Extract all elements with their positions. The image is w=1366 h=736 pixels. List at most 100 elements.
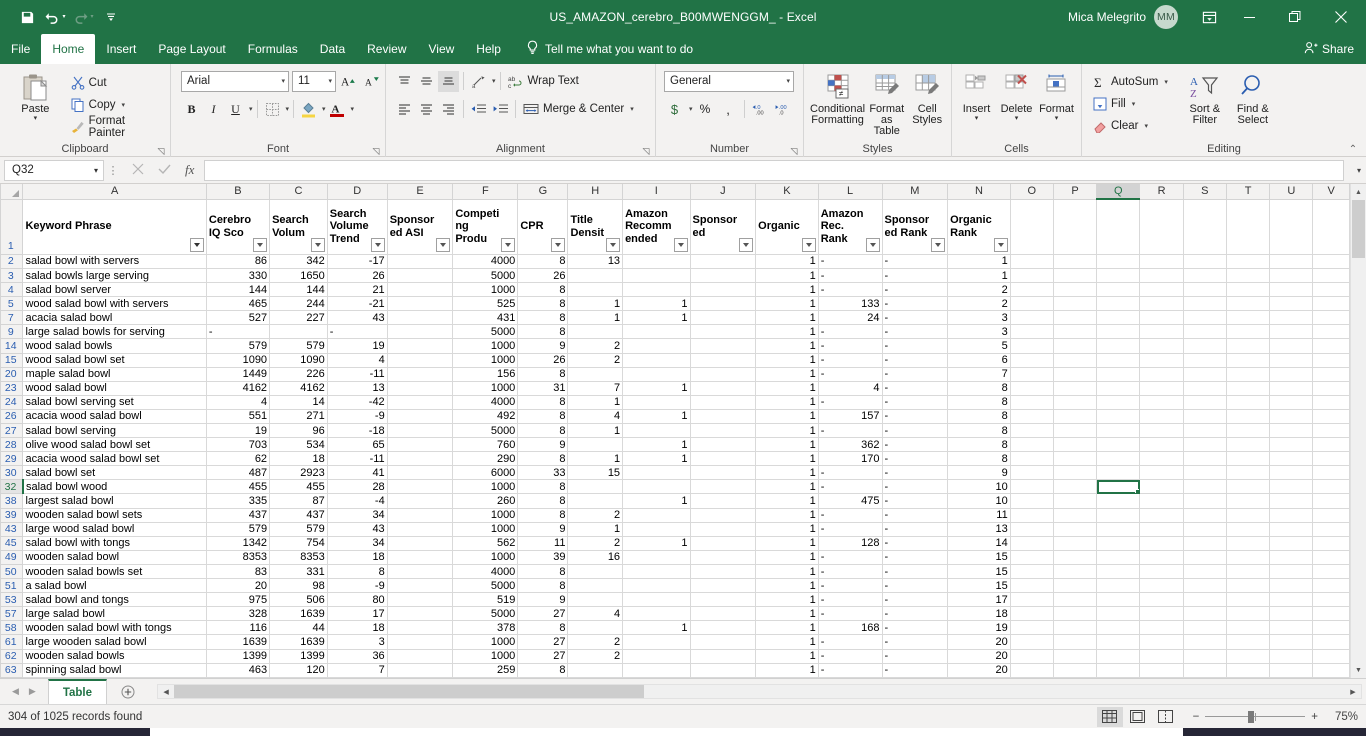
data-cell[interactable]: [1183, 649, 1226, 663]
data-cell[interactable]: [1226, 311, 1269, 325]
data-cell[interactable]: [1226, 424, 1269, 438]
column-header-R[interactable]: R: [1140, 184, 1183, 199]
data-cell[interactable]: [1053, 339, 1096, 353]
data-cell[interactable]: -: [818, 480, 882, 494]
data-cell[interactable]: [1313, 522, 1350, 536]
data-cell[interactable]: 2: [568, 635, 623, 649]
data-cell[interactable]: 703: [206, 438, 269, 452]
data-cell[interactable]: [623, 339, 690, 353]
keyword-phrase-cell[interactable]: wood salad bowl set: [23, 353, 206, 367]
data-cell[interactable]: 1650: [270, 268, 328, 282]
data-cell[interactable]: -: [882, 593, 948, 607]
data-cell[interactable]: [568, 480, 623, 494]
data-cell[interactable]: [1053, 522, 1096, 536]
data-cell[interactable]: [1140, 663, 1183, 677]
decrease-indent-button[interactable]: [468, 99, 489, 120]
data-cell[interactable]: 331: [270, 564, 328, 578]
data-cell[interactable]: 26: [518, 268, 568, 282]
data-cell[interactable]: -: [818, 283, 882, 297]
data-cell[interactable]: [1010, 522, 1053, 536]
data-cell[interactable]: [568, 564, 623, 578]
data-cell[interactable]: -: [882, 325, 948, 339]
column-header-G[interactable]: G: [518, 184, 568, 199]
data-cell[interactable]: [623, 522, 690, 536]
formula-input[interactable]: [204, 160, 1344, 181]
data-cell[interactable]: 8: [518, 494, 568, 508]
data-cell[interactable]: 362: [818, 438, 882, 452]
data-cell[interactable]: [1010, 536, 1053, 550]
keyword-phrase-cell[interactable]: salad bowls large serving: [23, 268, 206, 282]
column-header-D[interactable]: D: [327, 184, 387, 199]
data-cell[interactable]: [1270, 339, 1313, 353]
data-cell[interactable]: 34: [327, 536, 387, 550]
keyword-phrase-cell[interactable]: salad bowl server: [23, 283, 206, 297]
data-cell[interactable]: 28: [327, 480, 387, 494]
expand-formula-bar-icon[interactable]: ▾: [1352, 166, 1366, 175]
data-cell[interactable]: 475: [818, 494, 882, 508]
data-cell[interactable]: -: [818, 550, 882, 564]
column-header-C[interactable]: C: [270, 184, 328, 199]
data-cell[interactable]: [387, 409, 453, 423]
data-cell[interactable]: [1097, 395, 1140, 409]
data-cell[interactable]: [1010, 550, 1053, 564]
data-cell[interactable]: -: [818, 663, 882, 677]
column-filter-header[interactable]: Amazon Recomm ended: [623, 199, 690, 254]
save-icon[interactable]: [14, 5, 40, 29]
data-cell[interactable]: [1183, 508, 1226, 522]
data-cell[interactable]: 1000: [453, 353, 518, 367]
data-cell[interactable]: [623, 254, 690, 268]
column-header-K[interactable]: K: [756, 184, 819, 199]
data-cell[interactable]: 328: [206, 607, 269, 621]
data-cell[interactable]: [1270, 268, 1313, 282]
data-cell[interactable]: 5000: [453, 607, 518, 621]
data-cell[interactable]: [1097, 663, 1140, 677]
data-cell[interactable]: 8: [948, 395, 1011, 409]
row-header[interactable]: 58: [1, 621, 23, 635]
data-cell[interactable]: 13: [568, 254, 623, 268]
data-cell[interactable]: [1010, 254, 1053, 268]
data-cell[interactable]: 1: [756, 268, 819, 282]
data-cell[interactable]: 754: [270, 536, 328, 550]
data-cell[interactable]: 1000: [453, 635, 518, 649]
data-cell[interactable]: 1: [756, 325, 819, 339]
number-format-select[interactable]: General ▾: [664, 71, 794, 92]
data-cell[interactable]: 5000: [453, 325, 518, 339]
data-cell[interactable]: [1313, 635, 1350, 649]
filter-dropdown-button[interactable]: [551, 238, 565, 252]
data-cell[interactable]: 7: [948, 367, 1011, 381]
clear-dropdown-caret-icon[interactable]: ▾: [1144, 122, 1148, 130]
data-cell[interactable]: [1313, 339, 1350, 353]
data-cell[interactable]: [387, 339, 453, 353]
column-header-A[interactable]: A: [23, 184, 206, 199]
data-cell[interactable]: [1313, 663, 1350, 677]
data-cell[interactable]: [690, 607, 756, 621]
data-cell[interactable]: 1639: [206, 635, 269, 649]
data-cell[interactable]: -17: [327, 254, 387, 268]
column-header-N[interactable]: N: [948, 184, 1011, 199]
data-cell[interactable]: [1226, 283, 1269, 297]
column-header-M[interactable]: M: [882, 184, 948, 199]
data-cell[interactable]: 1: [756, 395, 819, 409]
data-cell[interactable]: -: [882, 438, 948, 452]
data-cell[interactable]: 1: [568, 452, 623, 466]
data-cell[interactable]: [1053, 283, 1096, 297]
align-middle-button[interactable]: [416, 71, 437, 92]
data-cell[interactable]: 259: [453, 663, 518, 677]
data-cell[interactable]: 86: [206, 254, 269, 268]
align-right-button[interactable]: [438, 99, 459, 120]
data-cell[interactable]: [387, 564, 453, 578]
data-cell[interactable]: [387, 635, 453, 649]
data-cell[interactable]: 1: [756, 522, 819, 536]
row-header[interactable]: 62: [1, 649, 23, 663]
data-cell[interactable]: [1183, 268, 1226, 282]
column-filter-header[interactable]: Sponsor ed ASI: [387, 199, 453, 254]
copy-button[interactable]: Copy ▾: [68, 94, 165, 116]
data-cell[interactable]: [1053, 254, 1096, 268]
percent-format-button[interactable]: %: [695, 99, 716, 120]
data-cell[interactable]: -: [882, 424, 948, 438]
filter-dropdown-button[interactable]: [371, 238, 385, 252]
data-cell[interactable]: [1053, 508, 1096, 522]
empty-cell[interactable]: [1097, 199, 1140, 254]
data-cell[interactable]: 1: [568, 424, 623, 438]
data-cell[interactable]: [1140, 621, 1183, 635]
